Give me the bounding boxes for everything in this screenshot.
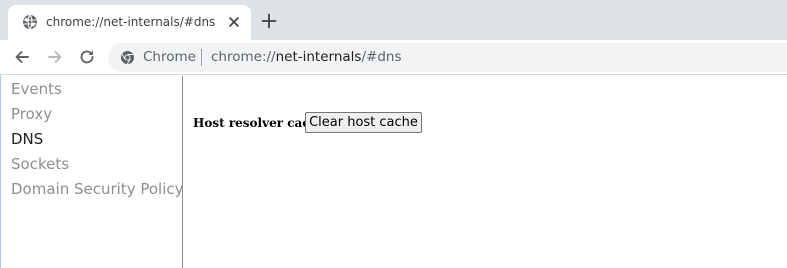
sidebar-item-events[interactable]: Events bbox=[11, 78, 62, 100]
site-chip: Chrome bbox=[143, 49, 196, 65]
clear-host-cache-button[interactable]: Clear host cache bbox=[305, 112, 422, 133]
chip-separator bbox=[201, 49, 202, 66]
forward-arrow-icon[interactable] bbox=[46, 48, 64, 66]
url-host: net-internals bbox=[275, 49, 362, 65]
url-text[interactable]: chrome://net-internals/#dns bbox=[211, 48, 401, 67]
sidebar-item-proxy[interactable]: Proxy bbox=[11, 103, 52, 125]
close-icon[interactable] bbox=[227, 15, 241, 29]
globe-icon bbox=[23, 14, 37, 30]
dns-panel: Host resolver cache Clear host cache bbox=[183, 76, 787, 268]
chrome-logo-icon bbox=[120, 50, 135, 65]
reload-icon[interactable] bbox=[78, 48, 96, 66]
tab-title: chrome://net-internals/#dns bbox=[46, 15, 216, 29]
omnibox[interactable]: Chrome chrome://net-internals/#dns bbox=[108, 43, 787, 72]
sidebar-item-domain-security-policy[interactable]: Domain Security Policy bbox=[11, 178, 184, 200]
back-arrow-icon[interactable] bbox=[13, 48, 31, 66]
plus-icon[interactable] bbox=[260, 12, 278, 30]
toolbar: Chrome chrome://net-internals/#dns bbox=[0, 40, 787, 75]
tab-active[interactable]: chrome://net-internals/#dns bbox=[8, 5, 251, 40]
tab-strip: chrome://net-internals/#dns bbox=[0, 0, 787, 40]
url-scheme: chrome:// bbox=[211, 49, 276, 65]
sidebar-item-dns[interactable]: DNS bbox=[11, 128, 43, 150]
url-path: /#dns bbox=[361, 49, 402, 65]
sidebar-item-sockets[interactable]: Sockets bbox=[11, 153, 69, 175]
sidebar: Events Proxy DNS Sockets Domain Security… bbox=[1, 76, 184, 268]
